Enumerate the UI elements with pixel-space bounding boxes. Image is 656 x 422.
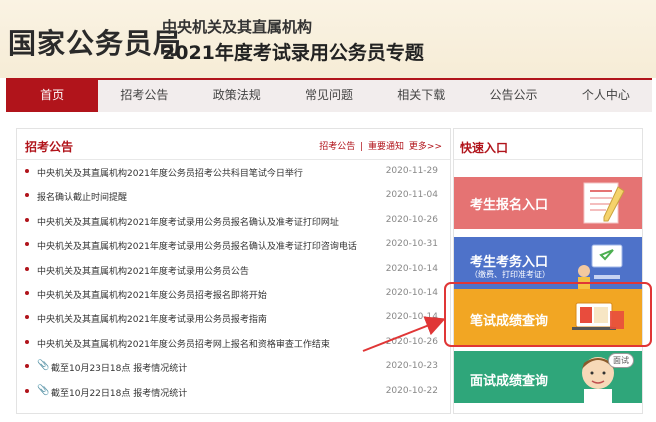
news-item[interactable]: 中央机关及其直属机构2021年度公务员招考公共科目笔试今日举行 2020-11-2… [17, 159, 450, 183]
news-panel-title: 招考公告 [25, 140, 74, 154]
bullet-icon [25, 364, 29, 369]
news-title[interactable]: 中央机关及其直属机构2021年度考试录用公务员报考指南 [37, 312, 267, 325]
news-date: 2020-10-23 [385, 361, 438, 372]
bullet-icon [25, 315, 29, 320]
card-label: 面试成绩查询 [470, 374, 549, 389]
link-more[interactable]: 更多>> [409, 142, 442, 152]
document-pen-icon [583, 182, 625, 224]
news-title[interactable]: 截至10月23日18点 报考情况统计 [51, 361, 187, 374]
news-date: 2020-11-04 [385, 190, 438, 201]
nav-downloads[interactable]: 相关下载 [375, 80, 467, 112]
link-separator: | [360, 142, 364, 152]
nav-home[interactable]: 首页 [6, 80, 99, 112]
news-title[interactable]: 中央机关及其直属机构2021年度考试录用公务员公告 [37, 264, 249, 277]
bullet-icon [25, 217, 29, 222]
nav-notices[interactable]: 公告公示 [467, 80, 559, 112]
news-title[interactable]: 中央机关及其直属机构2021年度公务员招考公共科目笔试今日举行 [37, 166, 303, 179]
main-nav: 首页 招考公告 政策法规 常见问题 相关下载 公告公示 个人中心 [6, 78, 652, 112]
news-panel-header: 招考公告 招考公告 | 重要通知 更多>> [17, 129, 450, 160]
divider [454, 159, 642, 160]
news-title[interactable]: 截至10月22日18点 报考情况统计 [51, 386, 187, 399]
interview-score-card[interactable]: 面试成绩查询 面试 [454, 351, 642, 403]
bullet-icon [25, 169, 29, 173]
bullet-icon [25, 339, 29, 344]
card-label: 考生报名入口 [470, 198, 549, 213]
news-date: 2020-10-14 [385, 287, 438, 298]
news-title[interactable]: 报名确认截止时间提醒 [37, 190, 127, 203]
bullet-icon [25, 266, 29, 271]
news-title[interactable]: 中央机关及其直属机构2021年度公务员招考报名即将开始 [37, 288, 267, 301]
news-date: 2020-10-14 [385, 263, 438, 274]
quick-access-title: 快速入口 [460, 141, 509, 155]
quick-access-panel: 快速入口 考生报名入口 考生考务入口 （缴费、打印准考证） 笔试成绩查询 面试成… [453, 128, 643, 414]
news-panel: 招考公告 招考公告 | 重要通知 更多>> 中央机关及其直属机构2021年度公务… [16, 128, 451, 414]
news-item[interactable]: 📎 截至10月23日18点 报考情况统计 2020-10-23 [17, 354, 450, 378]
nav-announcements[interactable]: 招考公告 [98, 80, 190, 112]
link-important-notices[interactable]: 重要通知 [368, 142, 404, 152]
link-announcements[interactable]: 招考公告 [319, 142, 355, 152]
news-item[interactable]: 报名确认截止时间提醒 2020-11-04 [17, 183, 450, 207]
nav-policies[interactable]: 政策法规 [191, 80, 283, 112]
bullet-icon [25, 193, 29, 198]
news-item[interactable]: 中央机关及其直属机构2021年度公务员招考报名即将开始 2020-10-14 [17, 281, 450, 305]
card-sublabel: （缴费、打印准考证） [470, 270, 550, 279]
header-subtitle-1: 中央机关及其直属机构 [162, 18, 313, 36]
news-title[interactable]: 中央机关及其直属机构2021年度考试录用公务员报名确认及准考证打印网址 [37, 215, 339, 228]
nav-user-center[interactable]: 个人中心 [560, 80, 652, 112]
news-date: 2020-10-14 [385, 312, 438, 323]
speech-bubble: 面试 [608, 353, 634, 368]
site-title: 国家公务员局 [8, 27, 183, 60]
candidate-registration-card[interactable]: 考生报名入口 [454, 177, 642, 229]
header-subtitle-2: 2021年度考试录用公务员专题 [162, 42, 424, 64]
news-date: 2020-10-26 [385, 214, 438, 225]
news-item[interactable]: 中央机关及其直属机构2021年度考试录用公务员报考指南 2020-10-14 [17, 305, 450, 329]
bullet-icon [25, 388, 29, 393]
news-date: 2020-10-22 [385, 385, 438, 396]
nav-faq[interactable]: 常见问题 [283, 80, 375, 112]
news-date: 2020-10-26 [385, 336, 438, 347]
news-date: 2020-11-29 [385, 166, 438, 176]
news-list: 中央机关及其直属机构2021年度公务员招考公共科目笔试今日举行 2020-11-2… [17, 159, 450, 403]
news-title[interactable]: 中央机关及其直属机构2021年度公务员招考网上报名和资格审查工作结束 [37, 337, 330, 350]
news-item[interactable]: 中央机关及其直属机构2021年度考试录用公务员公告 2020-10-14 [17, 257, 450, 281]
highlight-box [444, 282, 652, 347]
news-panel-links: 招考公告 | 重要通知 更多>> [317, 139, 442, 152]
paperclip-icon: 📎 [37, 360, 50, 372]
news-title[interactable]: 中央机关及其直属机构2021年度考试录用公务员报名确认及准考证打印咨询电话 [37, 239, 357, 252]
news-date: 2020-10-31 [385, 239, 438, 250]
news-item[interactable]: 中央机关及其直属机构2021年度考试录用公务员报名确认及准考证打印咨询电话 202… [17, 232, 450, 256]
paperclip-icon: 📎 [37, 384, 50, 396]
news-item[interactable]: 中央机关及其直属机构2021年度考试录用公务员报名确认及准考证打印网址 2020-… [17, 208, 450, 232]
bullet-icon [25, 290, 29, 295]
news-item[interactable]: 中央机关及其直属机构2021年度公务员招考网上报名和资格审查工作结束 2020-1… [17, 330, 450, 354]
header: 国家公务员局 中央机关及其直属机构 2021年度考试录用公务员专题 [0, 0, 656, 78]
card-label: 考生考务入口 [470, 255, 549, 270]
bullet-icon [25, 242, 29, 247]
news-item[interactable]: 📎 截至10月22日18点 报考情况统计 2020-10-22 [17, 379, 450, 403]
